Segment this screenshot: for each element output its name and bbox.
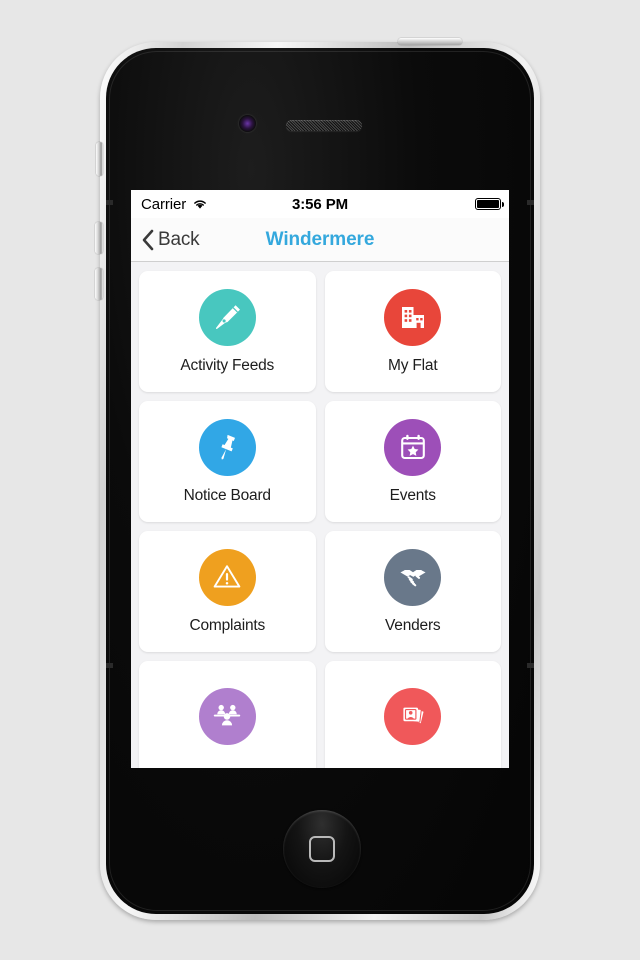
tile-icon-circle [384, 288, 442, 346]
tile-activity-feeds[interactable]: Activity Feeds [139, 271, 316, 392]
tile-label: Activity Feeds [180, 356, 275, 374]
tile-icon-circle [384, 548, 442, 606]
antenna-notch [527, 200, 534, 205]
tile-meetings[interactable] [139, 661, 316, 768]
status-bar: Carrier 3:56 PM [131, 190, 509, 218]
antenna-notch [527, 663, 534, 668]
back-button[interactable]: Back [141, 228, 200, 251]
battery-full-icon [475, 198, 504, 210]
calendar-star-icon [398, 432, 428, 462]
tile-icon-circle [198, 548, 256, 606]
phone-screen: Carrier 3:56 PM Back Windermere Activity… [131, 190, 509, 768]
building-icon [398, 302, 428, 332]
tile-label: Notice Board [183, 486, 271, 504]
tile-icon-circle [198, 288, 256, 346]
tile-label: Venders [385, 616, 441, 634]
status-bar-time: 3:56 PM [292, 195, 348, 213]
tile-grid: Activity Feeds My Flat Notice Board Even… [139, 271, 501, 768]
status-bar-right [475, 198, 504, 210]
tile-gallery[interactable] [324, 661, 501, 768]
tile-icon-circle [198, 687, 256, 745]
screenshot-canvas: Carrier 3:56 PM Back Windermere Activity… [0, 0, 640, 960]
earpiece-speaker [286, 120, 362, 131]
photo-stack-icon [397, 700, 429, 732]
tile-icon-circle [384, 687, 442, 745]
home-button[interactable] [283, 810, 361, 888]
tile-icon-circle [384, 418, 442, 476]
warning-triangle-icon [211, 561, 243, 593]
tile-label: Complaints [189, 616, 266, 634]
home-button-glyph [309, 836, 335, 862]
antenna-notch [106, 200, 113, 205]
mute-switch[interactable] [96, 142, 103, 176]
tile-label: Events [389, 486, 436, 504]
pen-nib-icon [211, 301, 243, 333]
tile-complaints[interactable]: Complaints [139, 531, 316, 652]
back-button-label: Back [158, 228, 200, 250]
antenna-notch [106, 663, 113, 668]
volume-up-button[interactable] [95, 222, 103, 254]
tile-icon-circle [198, 418, 256, 476]
meeting-people-icon [211, 700, 243, 732]
phone-device-frame: Carrier 3:56 PM Back Windermere Activity… [95, 38, 540, 920]
tile-my-flat[interactable]: My Flat [324, 271, 501, 392]
power-button[interactable] [398, 38, 462, 45]
handshake-icon [397, 561, 429, 593]
pushpin-icon [212, 432, 242, 462]
tile-venders[interactable]: Venders [324, 531, 501, 652]
phone-bezel: Carrier 3:56 PM Back Windermere Activity… [106, 48, 534, 914]
battery-fill [477, 200, 499, 208]
chevron-left-icon [141, 229, 154, 251]
tile-events[interactable]: Events [324, 401, 501, 522]
front-camera [239, 115, 256, 132]
tile-notice-board[interactable]: Notice Board [139, 401, 316, 522]
volume-down-button[interactable] [95, 268, 103, 300]
navigation-bar: Back Windermere [131, 218, 509, 262]
tile-label: My Flat [388, 356, 438, 374]
tile-grid-scroll-area[interactable]: Activity Feeds My Flat Notice Board Even… [131, 262, 509, 768]
